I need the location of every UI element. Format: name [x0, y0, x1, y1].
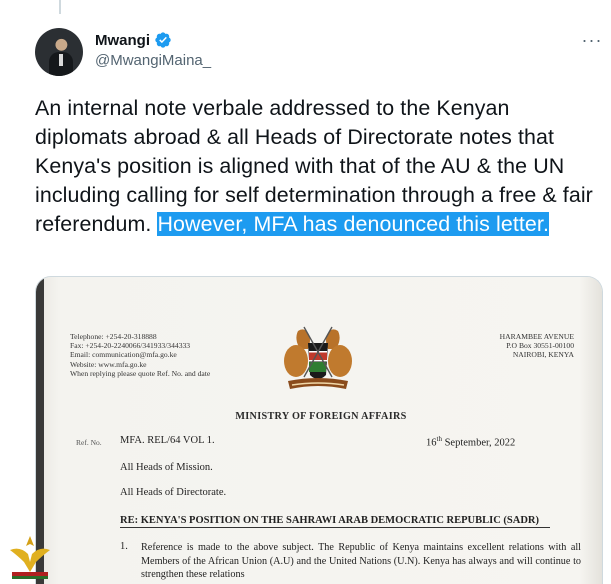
tweet-media-image[interactable]: Telephone: +254-20-318888 Fax: +254-20-2…	[35, 276, 603, 584]
letter-subject: RE: KENYA'S POSITION ON THE SAHRAWI ARAB…	[120, 515, 550, 528]
contact-line: Telephone: +254-20-318888	[70, 332, 157, 341]
more-options-icon[interactable]: ···	[580, 30, 604, 50]
author-name[interactable]: Mwangi	[95, 32, 150, 49]
contact-line: When replying please quote Ref. No. and …	[70, 368, 211, 378]
author-name-row[interactable]: Mwangi	[95, 31, 172, 49]
letter-date: 16th September, 2022	[426, 435, 516, 449]
contact-line: Email: communication@mfa.go.ke	[70, 350, 177, 360]
verified-badge-icon	[155, 32, 171, 48]
thread-connector-line	[59, 0, 61, 14]
ref-number: MFA. REL/64 VOL 1.	[120, 435, 215, 446]
author-handle[interactable]: @MwangiMaina_	[95, 52, 211, 69]
letter-document: Telephone: +254-20-318888 Fax: +254-20-2…	[36, 277, 602, 584]
addressee-heads-of-mission: All Heads of Mission.	[120, 462, 213, 473]
addressee-heads-of-directorate: All Heads of Directorate.	[120, 487, 227, 498]
avatar[interactable]	[35, 28, 83, 76]
ministry-heading: MINISTRY OF FOREIGN AFFAIRS	[235, 411, 407, 422]
address-line: HARAMBEE AVENUE	[499, 332, 574, 341]
contact-line: Website: www.mfa.go.ke	[70, 359, 147, 369]
coat-of-arms-icon	[284, 326, 352, 389]
contact-block: Telephone: +254-20-318888 Fax: +254-20-2…	[70, 332, 210, 378]
contact-line: Fax: +254-20-2240066/341933/344333	[70, 341, 191, 351]
tweet-text-highlight: However, MFA has denounced this letter.	[157, 212, 550, 236]
address-block: HARAMBEE AVENUE P.O Box 30551-00100 NAIR…	[484, 332, 574, 360]
paragraph-number: 1.	[120, 541, 128, 552]
address-line: NAIROBI, KENYA	[512, 350, 574, 360]
address-line: P.O Box 30551-00100	[506, 341, 574, 351]
tweet-text: An internal note verbale addressed to th…	[35, 94, 601, 239]
watermark-logo-icon	[10, 536, 50, 579]
ref-label: Ref. No.	[76, 438, 102, 447]
letter-paragraph: Reference is made to the above subject. …	[141, 542, 581, 580]
